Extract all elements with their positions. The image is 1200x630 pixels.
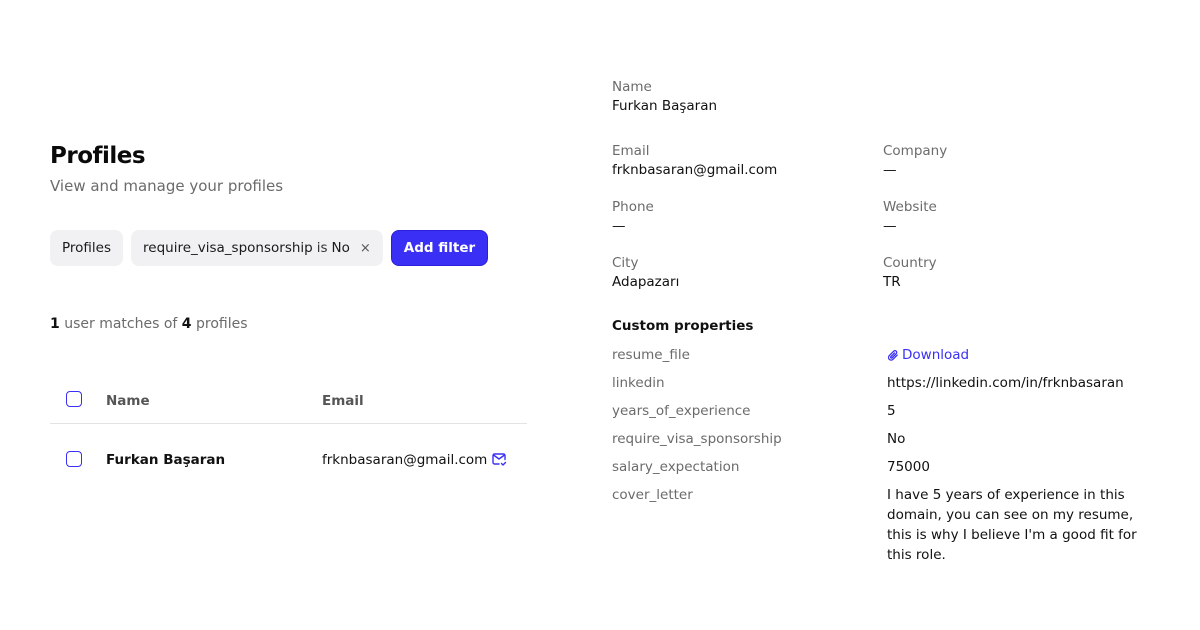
close-icon[interactable]: ×	[360, 241, 371, 256]
matched-count: 1	[50, 316, 60, 332]
detail-country: Country TR	[883, 255, 937, 290]
detail-name-value: Furkan Başaran	[612, 98, 718, 114]
detail-company: Company —	[883, 143, 947, 178]
row-email: frknbasaran@gmail.com	[322, 452, 488, 468]
prop-key-salary-expectation: salary_expectation	[612, 459, 740, 475]
prop-key-require-visa-sponsorship: require_visa_sponsorship	[612, 431, 782, 447]
prop-value-linkedin[interactable]: https://linkedin.com/in/frknbasaran	[887, 375, 1124, 391]
detail-company-value: —	[883, 162, 897, 178]
mail-check-icon[interactable]	[491, 451, 507, 467]
row-name: Furkan Başaran	[106, 452, 226, 468]
filter-operator: is	[316, 240, 328, 256]
detail-phone-value: —	[612, 218, 626, 234]
prop-value-require-visa-sponsorship: No	[887, 431, 906, 447]
detail-website: Website —	[883, 199, 937, 234]
match-summary-middle: user matches of	[64, 316, 178, 332]
detail-city-label: City	[612, 255, 639, 271]
detail-website-label: Website	[883, 199, 937, 215]
prop-key-years-of-experience: years_of_experience	[612, 403, 751, 419]
profiles-list-panel: Profiles View and manage your profiles P…	[50, 0, 530, 630]
download-label: Download	[902, 347, 970, 363]
row-checkbox[interactable]	[66, 451, 82, 467]
scope-chip-profiles[interactable]: Profiles	[50, 230, 124, 266]
prop-key-cover-letter: cover_letter	[612, 487, 693, 503]
detail-email: Email frknbasaran@gmail.com	[612, 143, 777, 178]
detail-country-label: Country	[883, 255, 937, 271]
detail-city: City Adapazarı	[612, 255, 679, 290]
prop-key-resume-file: resume_file	[612, 347, 690, 363]
prop-value-resume-file: Download	[887, 347, 969, 366]
detail-name: Name Furkan Başaran	[612, 79, 717, 114]
detail-country-value: TR	[883, 274, 901, 290]
prop-value-cover-letter: I have 5 years of experience in this dom…	[887, 487, 1137, 563]
page-subtitle: View and manage your profiles	[50, 177, 284, 195]
prop-key-linkedin: linkedin	[612, 375, 665, 391]
detail-name-label: Name	[612, 79, 652, 95]
profiles-page: Profiles View and manage your profiles P…	[0, 0, 1200, 630]
scope-chip-label: Profiles	[62, 240, 112, 256]
download-link[interactable]: Download	[887, 347, 969, 363]
detail-company-label: Company	[883, 143, 948, 159]
custom-properties-heading: Custom properties	[612, 318, 754, 334]
profiles-table: Name Email Furkan Başaran frknbasaran@gm…	[50, 377, 527, 468]
detail-phone: Phone —	[612, 199, 654, 234]
detail-email-label: Email	[612, 143, 650, 159]
match-summary-suffix: profiles	[195, 316, 248, 332]
detail-website-value: —	[883, 218, 897, 234]
table-row[interactable]: Furkan Başaran frknbasaran@gmail.com	[50, 377, 527, 468]
detail-city-value: Adapazarı	[612, 274, 680, 290]
profile-detail-panel: Name Furkan Başaran Email frknbasaran@gm…	[612, 0, 1172, 630]
paperclip-icon	[887, 349, 898, 361]
filter-value: No	[331, 240, 350, 256]
total-count: 4	[181, 316, 192, 332]
prop-value-years-of-experience: 5	[887, 403, 896, 419]
prop-value-salary-expectation: 75000	[887, 459, 930, 475]
active-filter-chip[interactable]: require_visa_sponsorship is No ×	[131, 230, 383, 266]
filter-field: require_visa_sponsorship	[143, 240, 313, 256]
detail-phone-label: Phone	[612, 199, 654, 215]
detail-email-value: frknbasaran@gmail.com	[612, 162, 778, 178]
page-title: Profiles	[50, 143, 146, 169]
add-filter-button[interactable]: Add filter	[390, 230, 489, 266]
match-summary: 1 user matches of 4 profiles	[50, 316, 248, 332]
filter-bar: Profiles require_visa_sponsorship is No …	[50, 230, 489, 266]
